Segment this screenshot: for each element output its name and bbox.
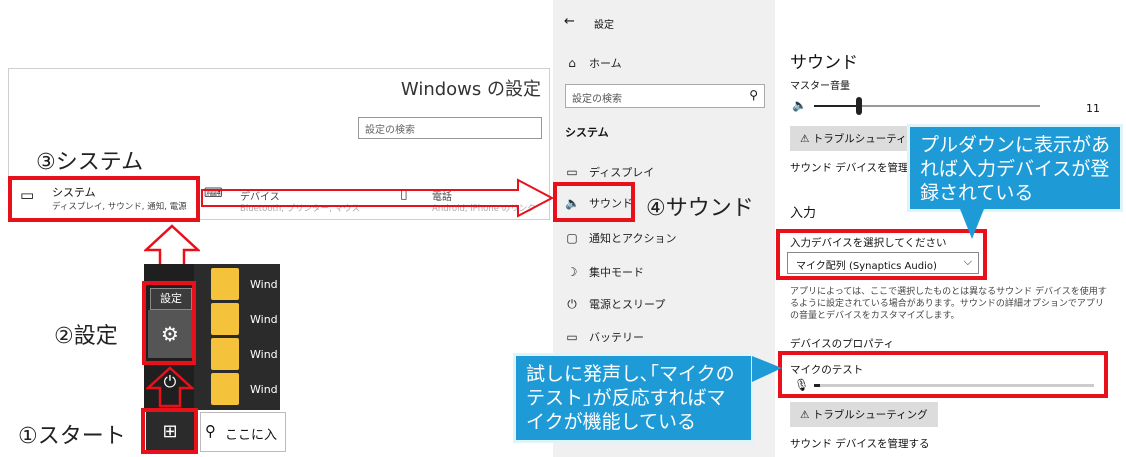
app-tile-1[interactable]: [211, 268, 239, 300]
nav-item-power[interactable]: ⏻ 電源とスリープ: [565, 296, 665, 312]
app-tile-3[interactable]: [211, 338, 239, 370]
nav-item-display[interactable]: ▭ ディスプレイ: [565, 164, 654, 180]
system-tile-highlight: [8, 176, 200, 222]
manage-devices-link-2[interactable]: サウンド デバイスを管理する: [790, 436, 930, 451]
settings-search-placeholder: 設定の検索: [365, 125, 415, 136]
search-icon: ⚲: [205, 422, 216, 440]
nav-item-notifications[interactable]: ▢ 通知とアクション: [565, 230, 676, 246]
nav-item-power-label: 電源とスリープ: [589, 298, 666, 311]
input-heading: 入力: [790, 206, 817, 221]
master-volume-label: マスター音量: [790, 81, 850, 92]
battery-icon: ▭: [566, 330, 578, 344]
step-2-settings-label: ②設定: [54, 324, 118, 349]
volume-slider-thumb[interactable]: [856, 97, 863, 115]
notification-icon: ▢: [566, 231, 578, 245]
settings-app-title: 設定: [594, 20, 614, 31]
start-button-highlight: [141, 408, 198, 454]
home-icon: ⌂: [568, 56, 576, 70]
power-icon: ⏻: [567, 296, 577, 311]
nav-item-notifications-label: 通知とアクション: [589, 232, 677, 245]
settings-button-highlight: [142, 281, 196, 365]
app-tile-3-label: Wind: [250, 348, 278, 361]
app-tile-4[interactable]: [211, 373, 239, 405]
volume-value: 11: [1086, 102, 1100, 115]
nav-search-placeholder: 設定の検索: [572, 94, 622, 105]
pulldown-callout: プルダウンに表示があれば入力デバイスが登録されている: [907, 124, 1123, 212]
nav-item-focus-label: 集中モード: [589, 266, 644, 279]
search-icon: ⚲: [749, 88, 758, 102]
nav-item-focus[interactable]: ☽ 集中モード: [565, 264, 644, 280]
mic-test-highlight: [778, 351, 1108, 398]
taskbar-search[interactable]: ⚲ ここに入: [200, 412, 286, 452]
taskbar-search-text: ここに入: [225, 428, 278, 443]
input-dropdown-highlight: [776, 229, 987, 280]
window-title: Windows の設定: [400, 79, 541, 100]
nav-section-title: システム: [565, 126, 609, 139]
nav-sound-highlight: [553, 182, 635, 222]
arrow-start-to-settings: [146, 366, 194, 408]
mic-test-callout: 試しに発声し､｢マイクのテスト｣が反応すればマイクが機能している: [513, 353, 754, 443]
nav-home[interactable]: ⌂ ホーム: [565, 55, 622, 71]
step-1-start-label: ①スタート: [18, 424, 126, 449]
nav-item-display-label: ディスプレイ: [589, 166, 655, 179]
moon-icon: ☽: [566, 265, 578, 279]
troubleshoot-button-2[interactable]: ⚠ トラブルシューティング: [790, 402, 938, 427]
mic-test-callout-pointer: [752, 356, 782, 382]
volume-slider-track[interactable]: [814, 97, 1040, 115]
input-description: アプリによっては、ここで選択したものとは異なるサウンド デバイスを使用するように…: [790, 287, 1107, 321]
arrow-system-to-sound: [201, 178, 555, 218]
back-button[interactable]: ←: [564, 14, 575, 29]
settings-search-box[interactable]: 設定の検索: [358, 117, 542, 139]
nav-item-battery-label: バッテリー: [589, 331, 644, 344]
step-4-sound-label: ④サウンド: [646, 196, 754, 221]
nav-item-battery[interactable]: ▭ バッテリー: [565, 329, 644, 345]
app-tile-1-label: Wind: [250, 278, 278, 291]
sound-page-title: サウンド: [790, 53, 858, 73]
pulldown-callout-pointer: [960, 209, 984, 239]
app-tile-4-label: Wind: [250, 383, 278, 396]
display-icon: ▭: [566, 165, 578, 179]
step-3-system-label: ③システム: [36, 150, 144, 175]
volume-slider-fill: [814, 105, 860, 107]
device-properties-link[interactable]: デバイスのプロパティ: [790, 336, 894, 351]
nav-home-label: ホーム: [589, 57, 622, 70]
app-tile-2-label: Wind: [250, 313, 278, 326]
nav-search-box[interactable]: 設定の検索 ⚲: [565, 84, 765, 108]
speaker-mute-icon: 🔈: [792, 98, 807, 112]
app-tile-2[interactable]: [211, 303, 239, 335]
